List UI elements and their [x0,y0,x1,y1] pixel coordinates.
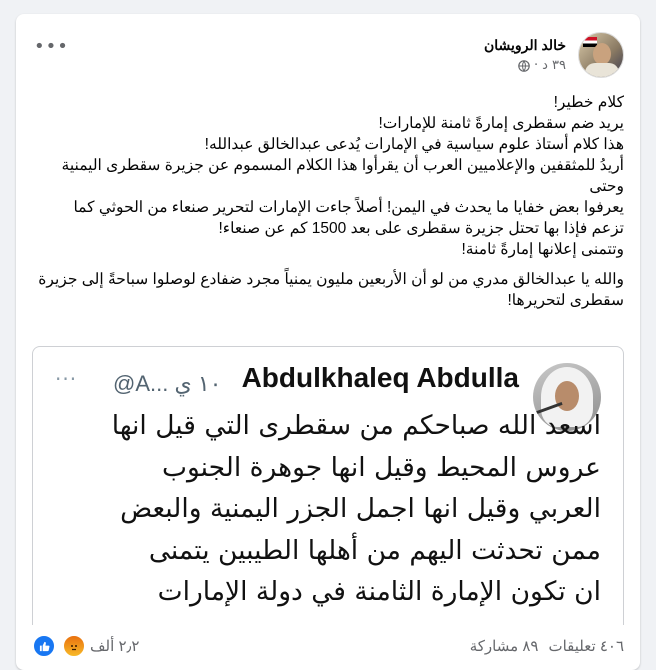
tweet-author-name: Abdulkhaleq Abdulla [241,362,519,393]
post-line: هذا كلام أستاذ علوم سياسية في الإمارات ي… [204,136,624,153]
comment-count[interactable]: ٤٠٦ تعليقات [548,637,624,655]
post-header: خالد الرويشان ٣٩ د · [484,32,624,78]
author-avatar[interactable] [578,32,624,78]
post-line: يعرفوا بعض خفايا ما يحدث في اليمن! أصلاً… [73,199,624,216]
post-meta: خالد الرويشان ٣٩ د · [484,37,566,73]
tweet-handle: @A... ١٠ ي [113,371,222,396]
more-options-icon[interactable]: ••• [34,36,69,57]
post-line: وتتمنى إعلانها إمارةً ثامنة! [461,241,624,258]
tweet-line: العربي وقيل انها اجمل الجزر اليمنية والب… [120,493,601,524]
reaction-count[interactable]: ٢٫٢ ألف [90,637,139,655]
post-line: سقطرى لتحريرها! [507,292,624,309]
post-footer: ٢٫٢ ألف ٤٠٦ تعليقات ٨٩ مشاركة [32,626,624,666]
engagement-stats: ٤٠٦ تعليقات ٨٩ مشاركة [470,637,624,655]
post-subline: ٣٩ د · [484,58,566,73]
tweet-line: عروس المحيط وقيل انها جوهرة الجنوب [162,451,601,483]
post-text: كلام خطير! يريد ضم سقطرى إمارةً ثامنة لل… [32,92,624,311]
tweet-line: ممن تحدثت اليهم من أهلها الطيبين يتمنى [148,534,601,566]
like-icon [32,634,56,658]
share-count[interactable]: ٨٩ مشاركة [470,637,539,655]
tweet-line: ان تكون الإمارة الثامنة في دولة الإمارات [157,576,601,607]
angry-icon [62,634,86,658]
tweet-text: اسعد الله صباحكم من سقطرى التي قيل انها … [53,405,601,613]
post-line: أريدُ للمثقفين والإعلاميين العرب أن يقرأ… [61,157,624,195]
post-line: كلام خطير! [553,94,624,111]
post-card: خالد الرويشان ٣٩ د · ••• كلام خطير! يريد… [16,14,640,670]
author-name[interactable]: خالد الرويشان [484,37,566,54]
separator: · [533,58,539,73]
post-line: يريد ضم سقطرى إمارةً ثامنة للإمارات! [378,115,624,132]
post-time[interactable]: ٣٩ د [542,58,566,73]
tweet-screenshot[interactable]: Abdulkhaleq Abdulla @A... ١٠ ي ··· اسعد … [32,346,624,625]
reactions-summary[interactable]: ٢٫٢ ألف [32,634,139,658]
more-horizontal-icon: ··· [55,367,78,391]
tweet-line: اسعد الله صباحكم من سقطرى التي قيل انها [111,410,601,441]
post-line: تزعم فإذا بها تحتل جزيرة سقطرى على بعد 1… [218,220,625,237]
globe-icon[interactable] [518,59,530,72]
post-line: والله يا عبدالخالق مدري من لو أن الأربعي… [38,271,624,288]
